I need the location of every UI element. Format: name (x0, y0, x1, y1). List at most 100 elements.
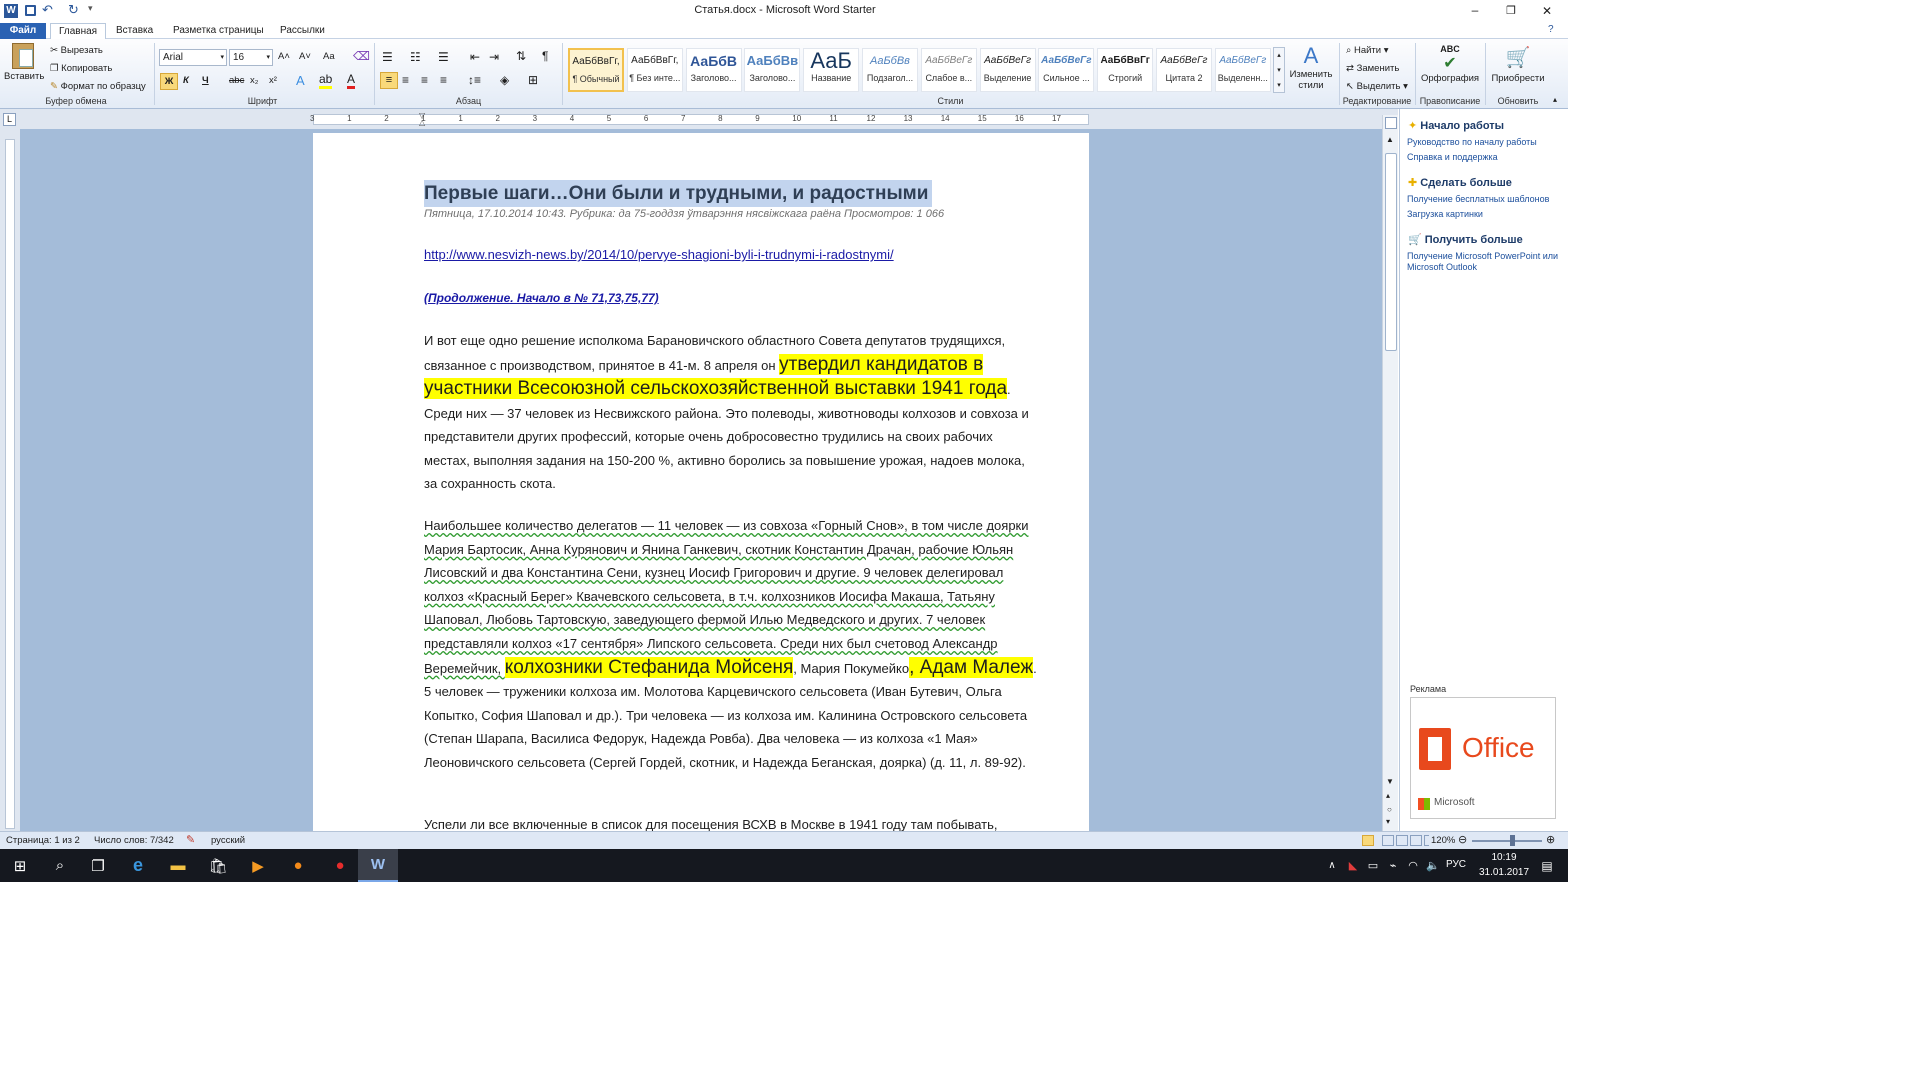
collapse-ribbon-icon[interactable]: ▴ (1553, 95, 1557, 104)
next-page-icon[interactable]: ▾ (1386, 817, 1390, 826)
edge-icon[interactable]: e (118, 849, 158, 882)
underline-button[interactable]: Ч (202, 75, 209, 86)
numbering-icon[interactable]: ☷ (410, 50, 421, 64)
paragraph-1[interactable]: И вот еще одно решение исполкома Баранов… (424, 329, 1039, 496)
scroll-up-icon[interactable]: ▲ (1386, 135, 1394, 144)
taskpane-link[interactable]: Получение Microsoft PowerPoint или Micro… (1407, 251, 1559, 273)
maximize-button[interactable]: ❐ (1496, 0, 1526, 22)
select-button[interactable]: ↖ Выделить ▾ (1346, 81, 1408, 92)
zoom-slider[interactable] (1472, 840, 1542, 842)
style-1[interactable]: АаБбВвГг, ¶ Без инте... (626, 48, 683, 92)
shrink-font-button[interactable]: A˅ (299, 51, 311, 62)
view-fullscreen-icon[interactable] (1382, 835, 1394, 846)
style-6[interactable]: АаБбВеГг Слабое в... (920, 48, 977, 92)
search-icon[interactable]: ⌕ (40, 849, 80, 882)
bold-button[interactable]: Ж (160, 73, 178, 90)
taskpane-link[interactable]: Загрузка картинки (1407, 209, 1483, 219)
tray-network-icon[interactable]: ▭ (1362, 849, 1384, 882)
document-heading[interactable]: Первые шаги…Они были и трудными, и радос… (424, 180, 933, 207)
format-painter-button[interactable]: ✎ Формат по образцу (50, 81, 146, 92)
font-name-select[interactable]: Arial ▾ (159, 49, 227, 66)
replace-button[interactable]: ⇄ Заменить (1346, 63, 1399, 74)
subscript-button[interactable]: x₂ (250, 75, 258, 86)
media-player-icon[interactable]: ▶ (238, 849, 278, 882)
superscript-button[interactable]: x² (269, 75, 277, 86)
language-status[interactable]: русский (211, 835, 245, 846)
view-web-icon[interactable] (1396, 835, 1408, 846)
tab-mailings[interactable]: Рассылки (272, 23, 333, 39)
spelling-button[interactable]: ABC ✔ Орфография (1419, 43, 1481, 84)
indent-marker-icon[interactable]: ▽ △ (419, 112, 425, 127)
style-2[interactable]: АаБбВ Заголово... (685, 48, 742, 92)
justify-icon[interactable]: ≡ (440, 73, 447, 87)
style-11[interactable]: АаБбВеГг Выделенн... (1214, 48, 1271, 92)
taskpane-link[interactable]: Получение бесплатных шаблонов (1407, 194, 1549, 204)
decrease-indent-icon[interactable]: ⇤ (470, 50, 480, 64)
office-ad[interactable]: Office Microsoft (1410, 697, 1556, 819)
style-10[interactable]: АаБбВеГг Цитата 2 (1156, 48, 1212, 92)
redo-icon[interactable]: ↻ (68, 2, 79, 18)
style-0[interactable]: АаБбВвГг, ¶ Обычный (568, 48, 624, 92)
paste-button[interactable]: Вставить (4, 43, 44, 82)
proofing-status-icon[interactable]: ✎ (186, 833, 195, 846)
clock-date[interactable]: 31.01.2017 (1477, 867, 1531, 878)
style-5[interactable]: АаБбВв Подзагол... (862, 48, 918, 92)
browse-object-icon[interactable]: ○ (1387, 805, 1392, 814)
input-language[interactable]: РУС (1446, 859, 1466, 870)
borders-icon[interactable]: ⊞ (528, 73, 538, 87)
zoom-in-icon[interactable]: ⊕ (1546, 833, 1555, 846)
taskpane-link[interactable]: Справка и поддержка (1407, 152, 1498, 162)
qat-customize-icon[interactable]: ▾ (88, 3, 93, 14)
undo-icon[interactable]: ↶ (42, 2, 53, 18)
source-link[interactable]: http://www.nesvizh-news.by/2014/10/pervy… (424, 247, 894, 262)
copy-button[interactable]: ❐ Копировать (50, 63, 112, 74)
style-3[interactable]: АаБбВв Заголово... (744, 48, 801, 92)
tab-file[interactable]: Файл (0, 23, 46, 39)
bullets-icon[interactable]: ☰ (382, 50, 393, 64)
browser-icon[interactable]: ● (278, 849, 318, 882)
wifi-icon[interactable]: ◠ (1402, 849, 1424, 882)
shading-icon[interactable]: ◈ (500, 73, 509, 87)
align-left-icon[interactable]: ≡ (380, 72, 398, 89)
tab-home[interactable]: Главная (50, 23, 107, 39)
style-4[interactable]: АаБ Название (803, 48, 860, 92)
font-color-icon[interactable]: A (347, 72, 356, 89)
change-case-button[interactable]: Aa (323, 51, 335, 62)
file-explorer-icon[interactable]: ▬ (158, 849, 198, 882)
style-9[interactable]: АаБбВвГг Строгий (1097, 48, 1154, 92)
clock-time[interactable]: 10:19 (1484, 852, 1524, 863)
word-count[interactable]: Число слов: 7/342 (94, 835, 174, 846)
style-8[interactable]: АаБбВеГг Сильное ... (1038, 48, 1095, 92)
zoom-slider-thumb[interactable] (1510, 835, 1515, 846)
tray-chevron-icon[interactable]: ∧ (1320, 849, 1344, 882)
view-print-layout-icon[interactable] (1362, 835, 1374, 846)
close-button[interactable]: ✕ (1530, 0, 1564, 22)
save-icon[interactable] (25, 5, 36, 16)
increase-indent-icon[interactable]: ⇥ (489, 50, 499, 64)
ruler-toggle-icon[interactable] (1385, 117, 1397, 129)
tab-page-layout[interactable]: Разметка страницы (165, 23, 272, 39)
paragraph-2[interactable]: Наибольшее количество делегатов — 11 чел… (424, 514, 1039, 775)
line-spacing-icon[interactable]: ↕≡ (468, 73, 481, 87)
paragraph-3[interactable]: Успели ли все включенные в список для по… (424, 813, 1039, 831)
align-center-icon[interactable]: ≡ (402, 73, 409, 87)
vertical-scrollbar[interactable]: ▲ ▼ ▴ ○ ▾ (1382, 115, 1398, 831)
clear-format-icon[interactable]: ⌫ (353, 49, 370, 63)
highlight-icon[interactable]: ab (319, 72, 333, 89)
prev-page-icon[interactable]: ▴ (1386, 791, 1390, 800)
find-button[interactable]: ⌕ Найти ▾ (1346, 45, 1389, 56)
tray-usb-icon[interactable]: ⌁ (1382, 849, 1404, 882)
taskpane-link[interactable]: Руководство по началу работы (1407, 137, 1537, 147)
pilcrow-icon[interactable]: ¶ (542, 49, 548, 63)
purchase-button[interactable]: 🛒 Приобрести (1489, 43, 1547, 84)
scroll-thumb[interactable] (1385, 153, 1397, 351)
text-effects-icon[interactable]: A (296, 73, 305, 88)
font-size-select[interactable]: 16 ▾ (229, 49, 273, 66)
minimize-button[interactable]: – (1460, 0, 1490, 22)
italic-button[interactable]: К (183, 75, 189, 86)
volume-icon[interactable]: 🔈 (1422, 849, 1444, 882)
sort-icon[interactable]: ⇅ (516, 49, 526, 63)
store-icon[interactable]: 🛍 (198, 849, 238, 882)
tab-selector-icon[interactable]: L (3, 113, 16, 126)
word-taskbar-icon[interactable]: W (358, 849, 398, 882)
